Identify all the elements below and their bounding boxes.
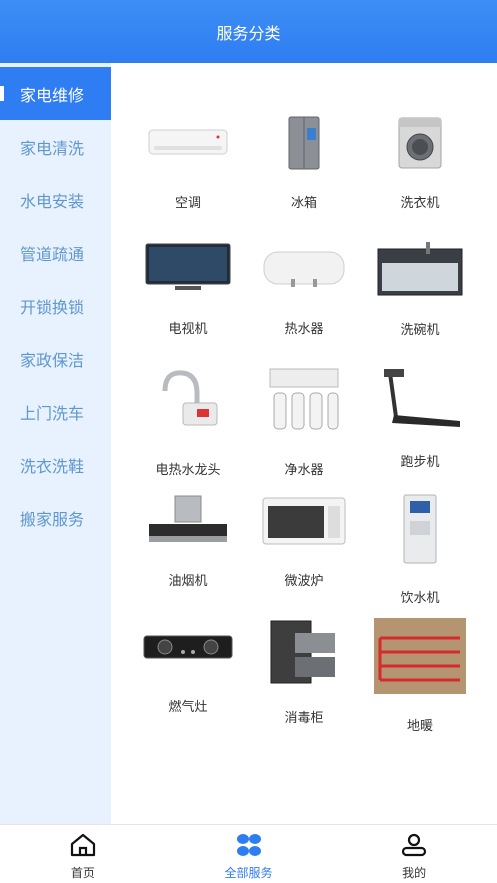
service-label: 电视机 bbox=[168, 322, 208, 337]
water-purifier-icon bbox=[258, 367, 350, 437]
service-label: 洗碗机 bbox=[400, 323, 440, 338]
treadmill-icon bbox=[374, 367, 466, 429]
sidebar-item-appliance-cleaning[interactable]: 家电清洗 bbox=[0, 120, 111, 173]
washing-machine-icon bbox=[374, 115, 466, 170]
water-dispenser-icon bbox=[374, 493, 466, 565]
sidebar-item-label: 家政保洁 bbox=[20, 350, 85, 370]
tab-profile[interactable]: 我的 bbox=[331, 825, 497, 883]
service-label: 洗衣机 bbox=[400, 196, 440, 211]
service-gas-stove[interactable]: 燃气灶 bbox=[128, 595, 248, 715]
category-sidebar: 家电维修 家电清洗 水电安装 管道疏通 开锁换锁 家政保洁 上门洗车 洗衣洗鞋 … bbox=[0, 63, 111, 824]
electric-faucet-icon bbox=[142, 367, 234, 437]
sidebar-item-laundry[interactable]: 洗衣洗鞋 bbox=[0, 438, 111, 491]
service-label: 空调 bbox=[174, 196, 201, 211]
profile-icon bbox=[400, 833, 428, 861]
sterilizer-cabinet-icon bbox=[258, 619, 350, 685]
sidebar-item-moving[interactable]: 搬家服务 bbox=[0, 491, 111, 544]
sidebar-item-label: 搬家服务 bbox=[20, 509, 85, 529]
floor-heating-icon bbox=[374, 618, 466, 694]
service-label: 跑步机 bbox=[400, 455, 440, 470]
service-label: 消毒柜 bbox=[284, 711, 324, 726]
service-dishwasher[interactable]: 洗碗机 bbox=[360, 217, 480, 338]
service-grid: 空调 冰箱 洗衣机 电视机 热水器 洗碗机 电热水龙头 净水器 跑步机 油烟机 … bbox=[111, 63, 497, 824]
bottom-tabbar: 首页 全部服务 我的 bbox=[0, 824, 497, 883]
refrigerator-icon bbox=[258, 115, 350, 170]
sidebar-item-housekeeping[interactable]: 家政保洁 bbox=[0, 332, 111, 385]
home-icon bbox=[69, 833, 97, 861]
sidebar-item-label: 洗衣洗鞋 bbox=[20, 456, 85, 476]
all-services-icon bbox=[235, 833, 263, 861]
service-tv[interactable]: 电视机 bbox=[128, 217, 248, 337]
sidebar-item-label: 开锁换锁 bbox=[20, 297, 85, 317]
range-hood-icon bbox=[142, 493, 234, 548]
service-label: 地暖 bbox=[406, 719, 433, 734]
service-water-purifier[interactable]: 净水器 bbox=[244, 343, 364, 478]
tab-home[interactable]: 首页 bbox=[0, 825, 166, 883]
tab-label: 我的 bbox=[402, 866, 427, 880]
sidebar-item-plumbing-electrical[interactable]: 水电安装 bbox=[0, 173, 111, 226]
service-label: 油烟机 bbox=[168, 574, 208, 589]
dishwasher-icon bbox=[374, 241, 466, 297]
sidebar-item-pipe-unclogging[interactable]: 管道疏通 bbox=[0, 226, 111, 279]
tv-icon bbox=[142, 241, 234, 296]
service-sterilizer-cabinet[interactable]: 消毒柜 bbox=[244, 595, 364, 726]
sidebar-item-locksmith[interactable]: 开锁换锁 bbox=[0, 279, 111, 332]
gas-stove-icon bbox=[142, 619, 234, 674]
service-microwave[interactable]: 微波炉 bbox=[244, 469, 364, 589]
header-bar: 服务分类 bbox=[0, 0, 497, 63]
service-water-heater[interactable]: 热水器 bbox=[244, 217, 364, 337]
sidebar-item-label: 上门洗车 bbox=[20, 403, 85, 423]
service-refrigerator[interactable]: 冰箱 bbox=[244, 91, 364, 211]
service-water-dispenser[interactable]: 饮水机 bbox=[360, 469, 480, 606]
service-electric-faucet[interactable]: 电热水龙头 bbox=[128, 343, 248, 478]
service-range-hood[interactable]: 油烟机 bbox=[128, 469, 248, 589]
page-title: 服务分类 bbox=[216, 23, 281, 43]
sidebar-item-label: 水电安装 bbox=[20, 191, 85, 211]
service-label: 燃气灶 bbox=[168, 700, 208, 715]
service-air-conditioner[interactable]: 空调 bbox=[128, 91, 248, 211]
service-label: 微波炉 bbox=[284, 574, 324, 589]
tab-label: 首页 bbox=[70, 866, 95, 880]
service-treadmill[interactable]: 跑步机 bbox=[360, 343, 480, 470]
sidebar-item-label: 管道疏通 bbox=[20, 244, 85, 264]
tab-all-services[interactable]: 全部服务 bbox=[166, 825, 332, 883]
sidebar-item-car-wash[interactable]: 上门洗车 bbox=[0, 385, 111, 438]
air-conditioner-icon bbox=[142, 115, 234, 170]
sidebar-item-label: 家电清洗 bbox=[20, 138, 85, 158]
water-heater-icon bbox=[258, 241, 350, 296]
service-label: 冰箱 bbox=[290, 196, 317, 211]
tab-label: 全部服务 bbox=[224, 866, 273, 880]
service-floor-heating[interactable]: 地暖 bbox=[360, 595, 480, 734]
service-washing-machine[interactable]: 洗衣机 bbox=[360, 91, 480, 211]
sidebar-item-label: 家电维修 bbox=[20, 85, 85, 105]
microwave-icon bbox=[258, 493, 350, 548]
service-label: 热水器 bbox=[284, 322, 324, 337]
sidebar-item-appliance-repair[interactable]: 家电维修 bbox=[0, 67, 111, 120]
